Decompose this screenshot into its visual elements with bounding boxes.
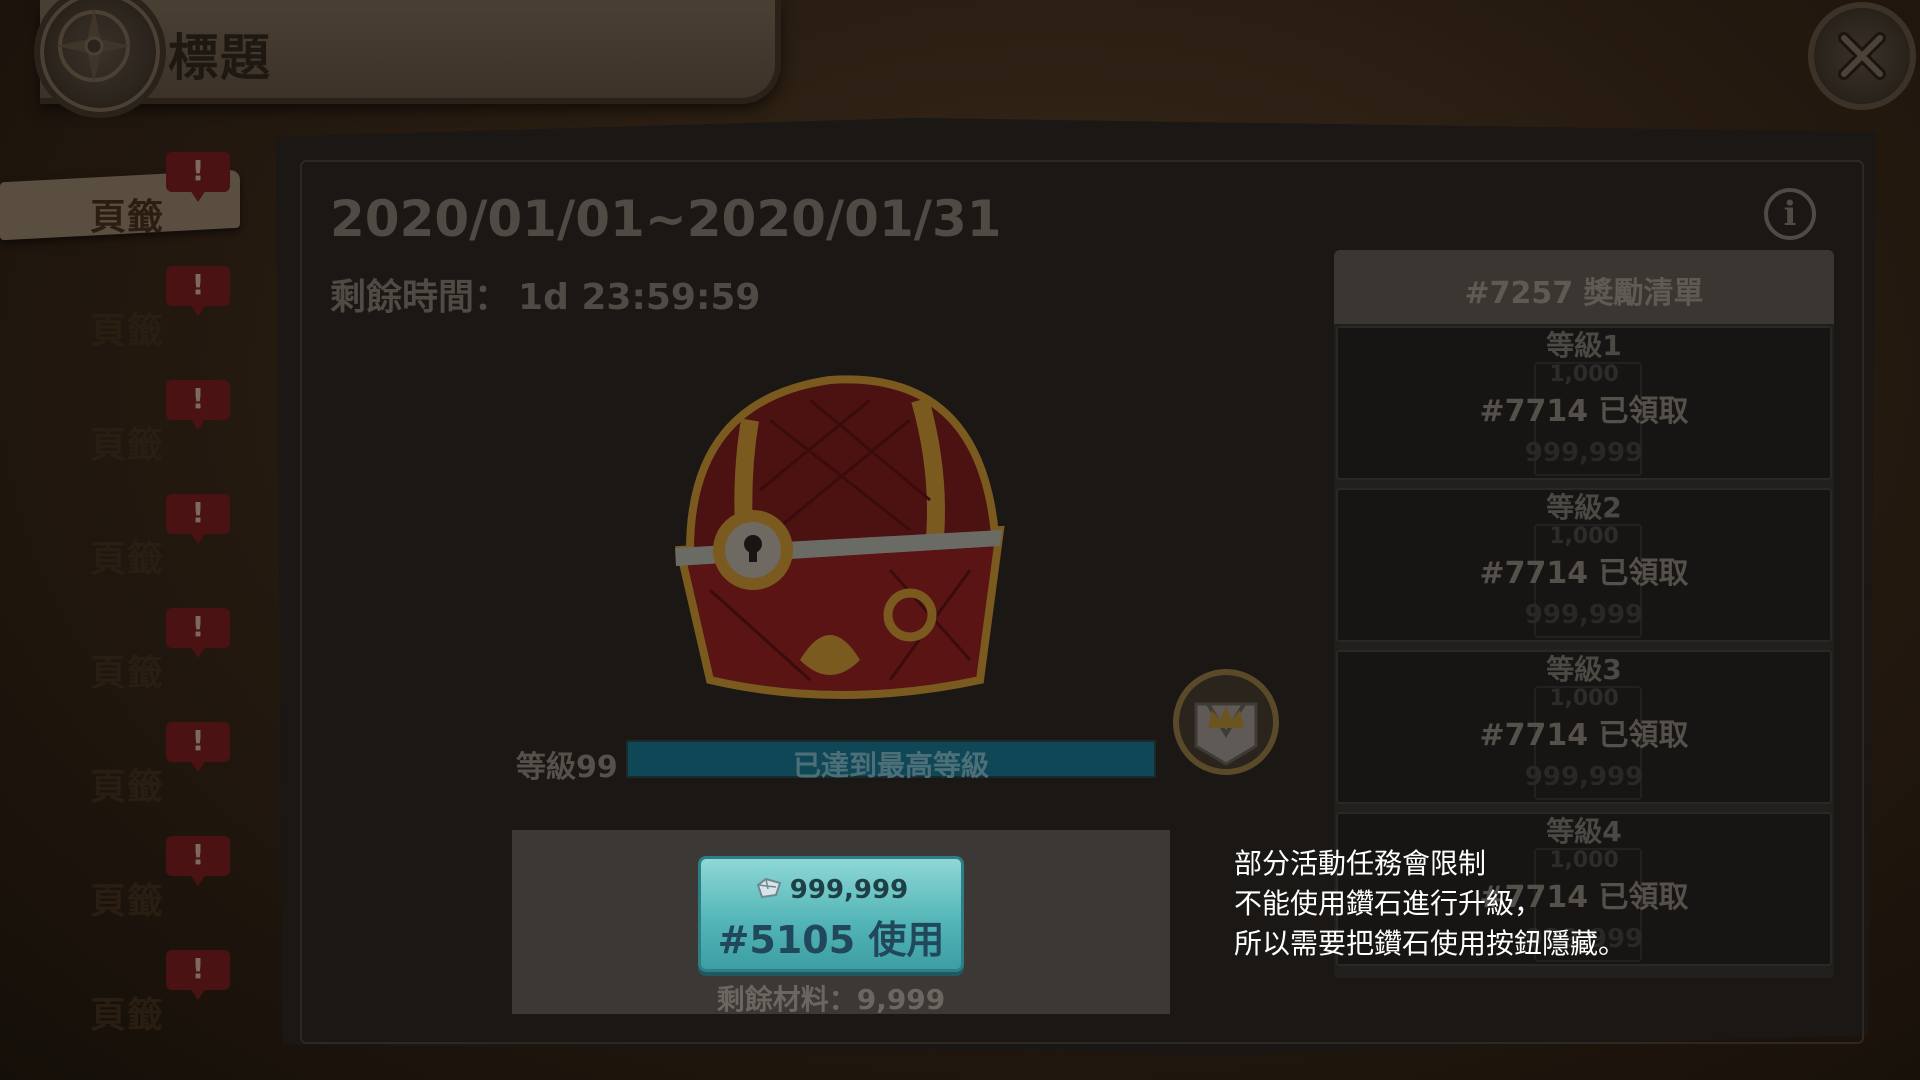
- sidebar-tab-1[interactable]: 頁籤 !: [0, 140, 240, 241]
- reward-level: 等級3: [1546, 653, 1622, 686]
- reward-item-3[interactable]: 1,000 999,999 等級3 #7714 已領取: [1336, 650, 1832, 804]
- remaining-time-value: 1d 23:59:59: [518, 277, 761, 318]
- reward-status: #7714 已領取: [1479, 394, 1689, 429]
- reward-amount-faded: 1,000: [1549, 362, 1619, 387]
- tab-label: 頁籤: [90, 539, 165, 580]
- close-icon: [1838, 32, 1886, 80]
- tab-label: 頁籤: [90, 653, 165, 694]
- tab-label: 頁籤: [90, 881, 165, 922]
- rewards-header: #7257 獎勵清單: [1334, 250, 1834, 324]
- title-bar: 標題: [34, 0, 781, 118]
- notification-badge: !: [166, 152, 230, 202]
- level-progress-bar: 已達到最高等級: [626, 740, 1156, 782]
- sidebar-tab-3[interactable]: 頁籤 !: [0, 368, 240, 466]
- reward-level: 等級2: [1546, 491, 1622, 524]
- reward-count-faded: 999,999: [1524, 600, 1644, 630]
- cost-value: 999,999: [789, 875, 909, 905]
- reward-level: 等級1: [1546, 329, 1622, 362]
- reward-count-faded: 999,999: [1524, 762, 1644, 792]
- notification-badge: !: [166, 608, 230, 658]
- use-button-label: #5105 使用: [717, 918, 945, 962]
- notification-badge: !: [166, 950, 230, 1000]
- remaining-time-label: 剩餘時間：: [330, 277, 511, 318]
- annotation-note: 部分活動任務會限制 不能使用鑽石進行升級， 所以需要把鑽石使用按鈕隱藏。: [1234, 844, 1754, 964]
- reward-status: #7714 已領取: [1479, 718, 1689, 753]
- sidebar-tab-2[interactable]: 頁籤 !: [0, 254, 240, 352]
- tab-label: 頁籤: [90, 197, 165, 238]
- notification-badge: !: [166, 836, 230, 886]
- compass-icon: [34, 0, 166, 118]
- notification-badge: !: [166, 494, 230, 544]
- reward-item-1[interactable]: 1,000 999,999 等級1 #7714 已領取: [1336, 326, 1832, 480]
- reward-amount-faded: 1,000: [1549, 524, 1619, 549]
- reward-item-2[interactable]: 1,000 999,999 等級2 #7714 已領取: [1336, 488, 1832, 642]
- notification-badge: !: [166, 266, 230, 316]
- diamond-icon: [754, 876, 784, 906]
- level-label: 等級99: [516, 750, 618, 785]
- tab-label: 頁籤: [90, 767, 165, 808]
- tab-label: 頁籤: [90, 425, 165, 466]
- diamond-use-button[interactable]: 999,999 #5105 使用: [698, 856, 964, 972]
- crown-badge-icon[interactable]: [1168, 664, 1284, 784]
- reward-amount-faded: 1,000: [1549, 686, 1619, 711]
- tab-label: 頁籤: [90, 311, 165, 352]
- sidebar-tab-6[interactable]: 頁籤 !: [0, 710, 240, 808]
- annotation-line: 部分活動任務會限制: [1234, 847, 1487, 880]
- treasure-chest: [650, 360, 1030, 734]
- annotation-line: 所以需要把鑽石使用按鈕隱藏。: [1234, 927, 1627, 960]
- remaining-time: 剩餘時間： 1d 23:59:59: [330, 268, 760, 320]
- page-title: 標題: [168, 29, 272, 87]
- notification-badge: !: [166, 722, 230, 772]
- notification-badge: !: [166, 380, 230, 430]
- rewards-header-title: #7257 獎勵清單: [1464, 276, 1704, 311]
- sidebar-tab-5[interactable]: 頁籤 !: [0, 596, 240, 694]
- sidebar-tab-8[interactable]: 頁籤 !: [0, 938, 240, 1036]
- sidebar-tab-4[interactable]: 頁籤 !: [0, 482, 240, 580]
- tab-label: 頁籤: [90, 995, 165, 1036]
- remaining-material: 剩餘材料：9,999: [716, 983, 946, 1016]
- sidebar-tab-7[interactable]: 頁籤 !: [0, 824, 240, 922]
- info-icon[interactable]: i: [1764, 188, 1816, 240]
- annotation-line: 不能使用鑽石進行升級，: [1234, 887, 1543, 920]
- close-button[interactable]: [1808, 2, 1916, 110]
- reward-status: #7714 已領取: [1479, 556, 1689, 591]
- event-date-range: 2020/01/01~2020/01/31: [330, 190, 1002, 248]
- sidebar-tabs: 頁籤 ! 頁籤 ! 頁籤 ! 頁籤 ! 頁籤 ! 頁籤 ! 頁籤 ! 頁籤 !: [0, 140, 260, 1060]
- level-status-text: 已達到最高等級: [792, 749, 989, 782]
- reward-count-faded: 999,999: [1524, 438, 1644, 468]
- cost: 999,999: [701, 875, 961, 906]
